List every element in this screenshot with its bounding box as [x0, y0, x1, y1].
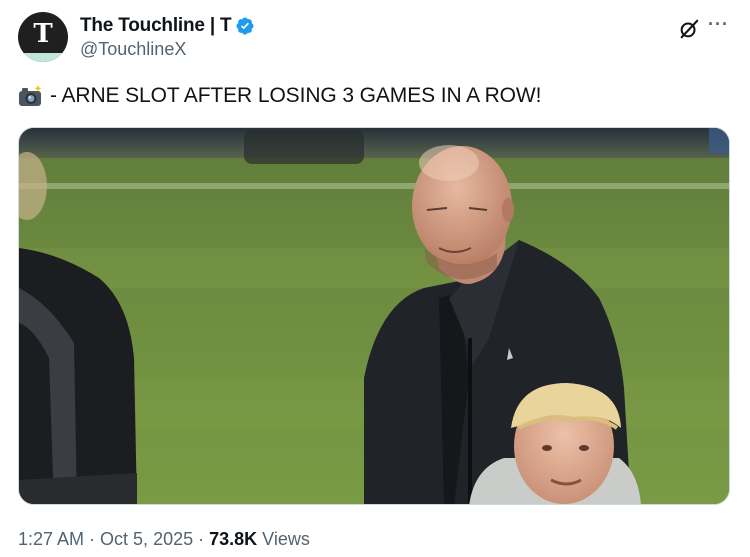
avatar-band — [18, 53, 68, 62]
tweet-body-text: - ARNE SLOT AFTER LOSING 3 GAMES IN A RO… — [50, 84, 542, 107]
tweet-header: T The Touchline | T @TouchlineX ··· — [18, 12, 732, 64]
meta-separator: · — [89, 529, 96, 549]
author-names: The Touchline | T @TouchlineX — [80, 14, 255, 60]
tweet-time[interactable]: 1:27 AM — [18, 529, 84, 550]
avatar[interactable]: T — [18, 12, 68, 62]
meta-separator: · — [198, 529, 205, 549]
views-label[interactable]: Views — [262, 529, 310, 550]
grok-icon[interactable] — [678, 18, 700, 40]
more-options-icon[interactable]: ··· — [708, 15, 732, 36]
tweet-photo[interactable] — [18, 127, 730, 505]
verified-badge-icon[interactable] — [235, 16, 255, 36]
camera-flash-icon — [19, 85, 42, 106]
tweet-date[interactable]: Oct 5, 2025 — [100, 529, 193, 550]
tweet-text: - ARNE SLOT AFTER LOSING 3 GAMES IN A RO… — [18, 84, 541, 108]
display-name[interactable]: The Touchline | T — [80, 15, 232, 37]
tweet-meta: 1:27 AM · Oct 5, 2025 · 73.8K Views — [18, 529, 310, 550]
views-count[interactable]: 73.8K — [209, 529, 257, 550]
display-name-row: The Touchline | T — [80, 14, 255, 38]
photo-scene — [19, 128, 729, 504]
avatar-letter: T — [33, 19, 53, 49]
handle[interactable]: @TouchlineX — [80, 39, 255, 60]
